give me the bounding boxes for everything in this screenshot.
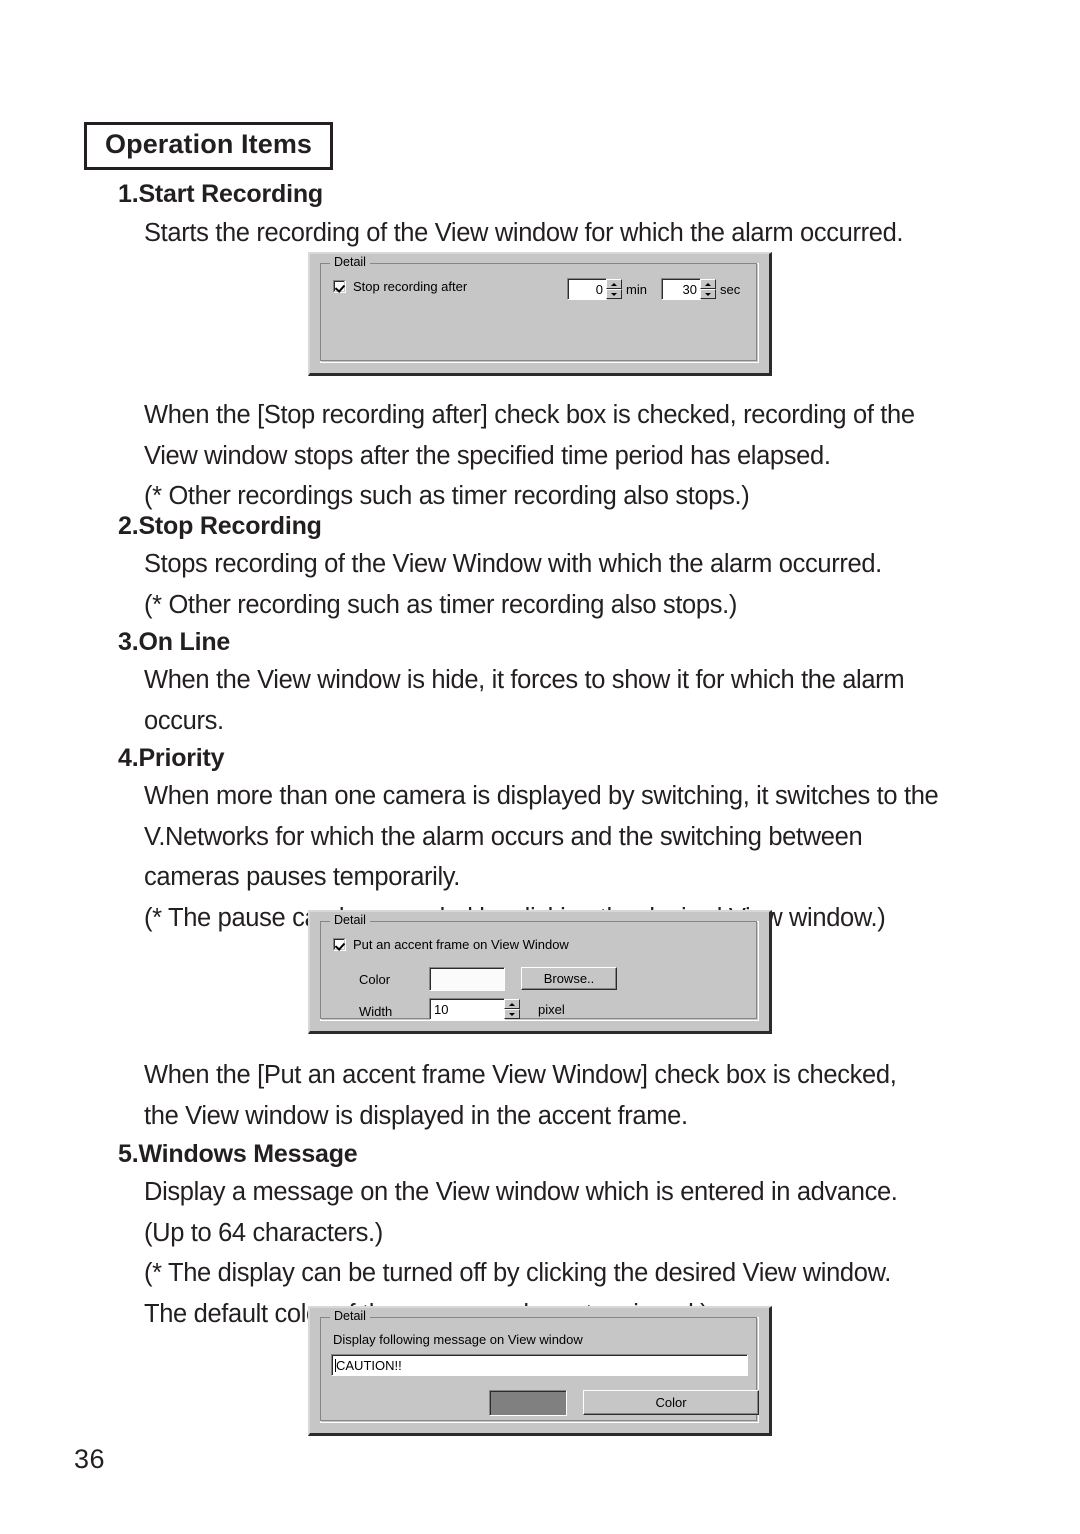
unit-label-min: min xyxy=(626,281,647,297)
groupbox-detail: Detail Stop recording after 0 min 30 sec xyxy=(320,255,759,363)
item-body-on-line: When the View window is hide, it forces … xyxy=(144,666,905,735)
label-color: Color xyxy=(359,972,391,987)
spinner-seconds-up-button[interactable] xyxy=(700,279,716,289)
spinner-width-value[interactable]: 10 xyxy=(429,998,505,1020)
item-body-stop-recording: Stops recording of the View Window with … xyxy=(144,550,882,619)
document-page: Operation Items 1.Start Recording Starts… xyxy=(0,0,1080,1534)
item-body-start-recording: When the [Stop recording after] check bo… xyxy=(144,401,915,510)
spinner-minutes-buttons[interactable] xyxy=(606,279,622,299)
message-prompt-label: Display following message on View window xyxy=(333,1332,583,1347)
spinner-minutes-value[interactable]: 0 xyxy=(567,278,607,300)
section-header-label: Operation Items xyxy=(105,129,313,159)
message-text-value: CAUTION!! xyxy=(336,1357,402,1373)
dialog-accent-frame: Detail Put an accent frame on View Windo… xyxy=(308,910,772,1034)
color-button[interactable]: Color xyxy=(583,1390,759,1415)
color-swatch-accent[interactable] xyxy=(429,967,505,991)
spinner-width-buttons[interactable] xyxy=(504,999,520,1019)
spinner-seconds[interactable]: 30 sec xyxy=(661,278,740,300)
arrow-up-icon xyxy=(509,1002,515,1006)
checkbox-label: Put an accent frame on View Window xyxy=(353,937,569,952)
groupbox-legend: Detail xyxy=(330,255,370,270)
dialog-windows-message: Detail Display following message on View… xyxy=(308,1306,772,1436)
item-heading-priority: 4.Priority xyxy=(118,744,225,772)
groupbox-legend: Detail xyxy=(330,913,370,928)
arrow-down-icon xyxy=(611,292,617,296)
item-heading-stop-recording: 2.Stop Recording xyxy=(118,512,322,540)
arrow-up-icon xyxy=(611,282,617,286)
browse-button[interactable]: Browse.. xyxy=(521,967,617,990)
spinner-width-up-button[interactable] xyxy=(504,999,520,1009)
item-heading-start-recording: 1.Start Recording xyxy=(118,180,323,208)
checkbox-icon[interactable] xyxy=(333,938,346,951)
item-heading-windows-message: 5.Windows Message xyxy=(118,1140,358,1168)
checkbox-stop-recording-after[interactable]: Stop recording after xyxy=(333,279,467,294)
item-body-priority: When the [Put an accent frame View Windo… xyxy=(144,1061,897,1130)
dialog-stop-recording: Detail Stop recording after 0 min 30 sec xyxy=(308,252,772,376)
unit-label-sec: sec xyxy=(720,281,741,297)
spinner-minutes[interactable]: 0 min xyxy=(567,278,647,300)
label-width: Width xyxy=(359,1004,393,1019)
message-text-input[interactable]: CAUTION!! xyxy=(331,1354,748,1376)
spinner-seconds-down-button[interactable] xyxy=(700,289,716,299)
section-header-box: Operation Items xyxy=(84,122,334,170)
spinner-width[interactable]: 10 pixel xyxy=(429,998,565,1020)
checkbox-label: Stop recording after xyxy=(353,279,468,294)
unit-label-pixel: pixel xyxy=(538,1001,565,1017)
groupbox-legend: Detail xyxy=(330,1309,370,1324)
checkbox-put-accent-frame[interactable]: Put an accent frame on View Window xyxy=(333,937,569,952)
spinner-width-down-button[interactable] xyxy=(504,1009,520,1019)
spinner-minutes-down-button[interactable] xyxy=(606,289,622,299)
groupbox-detail: Detail Put an accent frame on View Windo… xyxy=(320,913,759,1021)
checkbox-icon[interactable] xyxy=(333,280,346,293)
item-heading-on-line: 3.On Line xyxy=(118,628,231,656)
arrow-down-icon xyxy=(509,1012,515,1016)
arrow-down-icon xyxy=(705,292,711,296)
arrow-up-icon xyxy=(705,282,711,286)
page-number: 36 xyxy=(74,1444,106,1474)
spinner-minutes-up-button[interactable] xyxy=(606,279,622,289)
item-intro-start-recording: Starts the recording of the View window … xyxy=(144,219,904,247)
spinner-seconds-buttons[interactable] xyxy=(700,279,716,299)
groupbox-detail: Detail Display following message on View… xyxy=(320,1309,759,1423)
spinner-seconds-value[interactable]: 30 xyxy=(661,278,701,300)
color-swatch-message[interactable] xyxy=(489,1390,567,1416)
